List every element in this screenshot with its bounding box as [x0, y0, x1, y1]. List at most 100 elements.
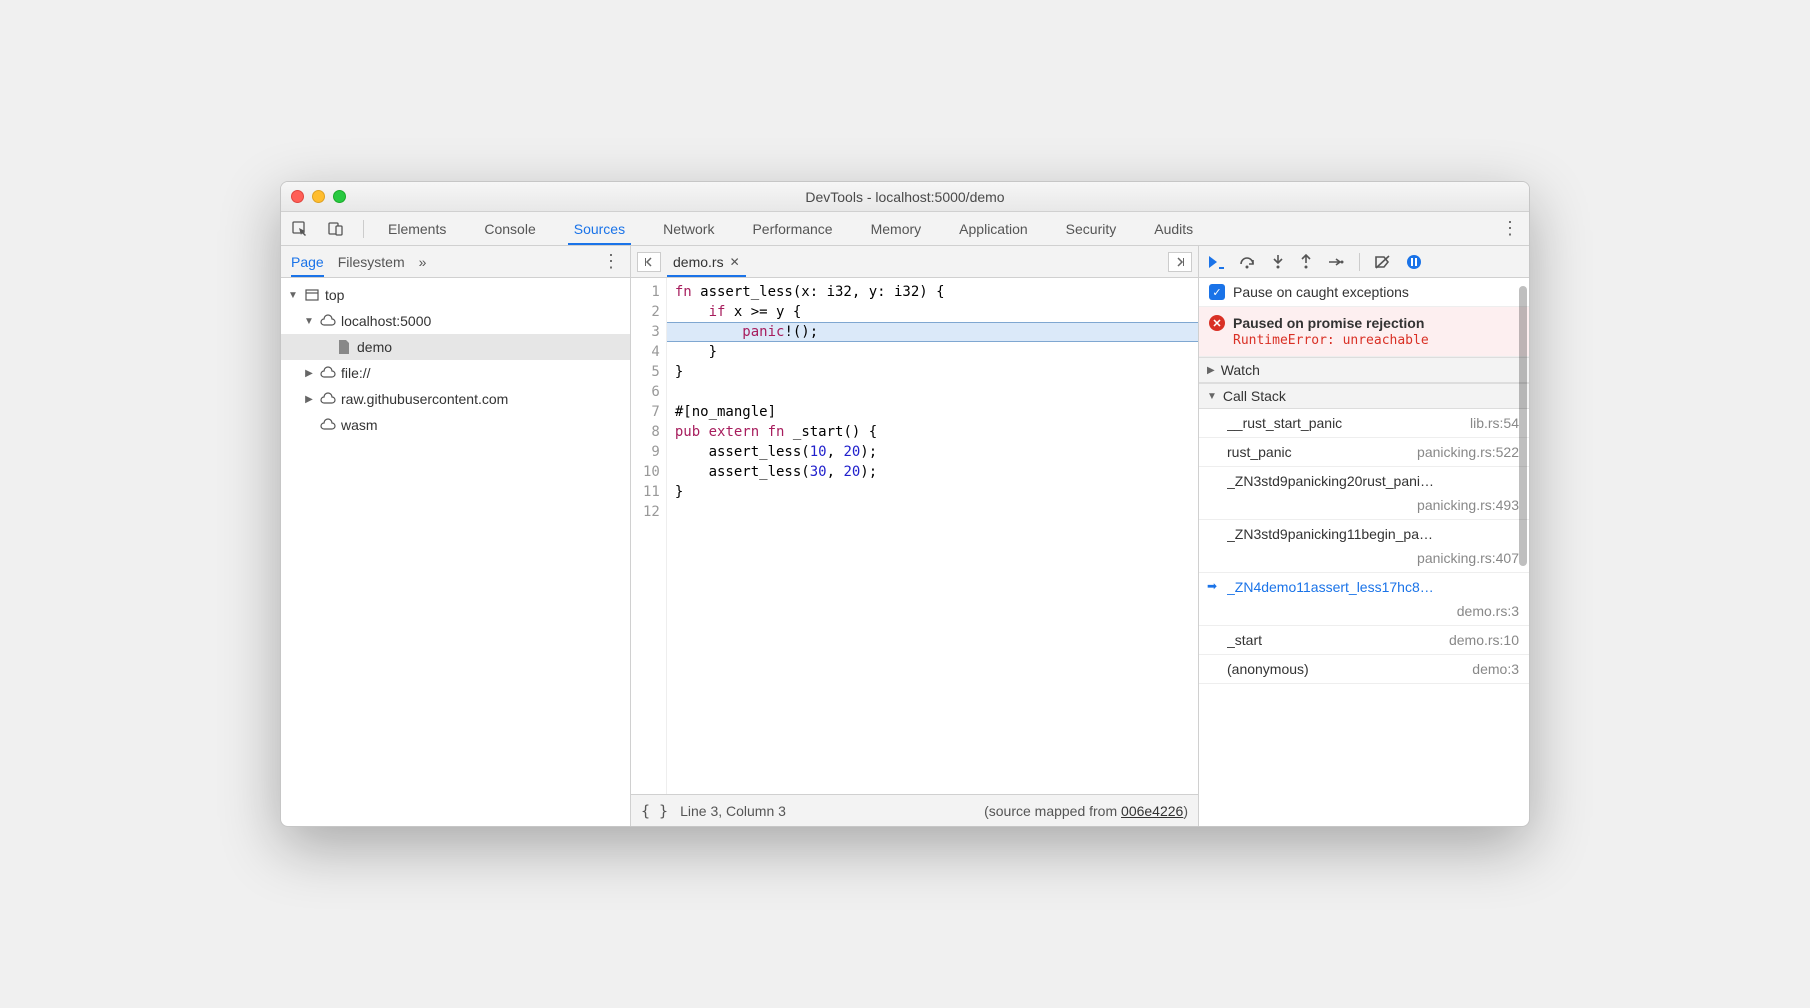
more-menu-icon[interactable]: ⋮ — [1501, 218, 1519, 239]
minimize-window-button[interactable] — [312, 190, 325, 203]
frame-name: _start — [1227, 632, 1262, 648]
pretty-print-icon[interactable]: { } — [641, 802, 668, 820]
tree-item-label: top — [325, 287, 344, 303]
checkbox-checked-icon[interactable]: ✓ — [1209, 284, 1225, 300]
code-line[interactable] — [667, 502, 1198, 522]
frame-name: __rust_start_panic — [1227, 415, 1342, 431]
line-gutter: 123456789101112 — [631, 278, 667, 794]
tree-arrow-icon[interactable]: ▶ — [303, 368, 315, 379]
navigator-more-icon[interactable]: ⋮ — [602, 251, 620, 272]
maximize-window-button[interactable] — [333, 190, 346, 203]
titlebar: DevTools - localhost:5000/demo — [281, 182, 1529, 212]
navigator-tab-overflow[interactable]: » — [419, 246, 427, 277]
source-map-link[interactable]: 006e4226 — [1121, 803, 1183, 819]
line-number[interactable]: 9 — [643, 442, 660, 462]
pause-reason-message: RuntimeError: unreachable — [1209, 333, 1519, 348]
code-line[interactable]: pub extern fn _start() { — [667, 422, 1198, 442]
navigator-tab-page[interactable]: Page — [291, 246, 324, 277]
stack-frame[interactable]: _ZN3std9panicking11begin_pa… panicking.rs… — [1199, 520, 1529, 573]
tab-security[interactable]: Security — [1060, 212, 1123, 245]
line-number[interactable]: 5 — [643, 362, 660, 382]
stack-frame[interactable]: _ZN4demo11assert_less17hc8…demo.rs:3 — [1199, 573, 1529, 626]
tree-item-localhost-5000[interactable]: ▼localhost:5000 — [281, 308, 630, 334]
line-number[interactable]: 8 — [643, 422, 660, 442]
tab-sources[interactable]: Sources — [568, 212, 631, 245]
frame-location[interactable]: panicking.rs:522 — [1417, 444, 1519, 460]
code-line[interactable]: if x >= y { — [667, 302, 1198, 322]
separator — [363, 220, 364, 238]
frame-location[interactable]: demo.rs:10 — [1449, 632, 1519, 648]
device-toggle-icon[interactable] — [327, 220, 345, 238]
stack-frame[interactable]: _ZN3std9panicking20rust_pani…panicking.r… — [1199, 467, 1529, 520]
tab-network[interactable]: Network — [657, 212, 720, 245]
line-number[interactable]: 11 — [643, 482, 660, 502]
pause-exceptions-icon[interactable] — [1406, 254, 1422, 270]
frame-name: _ZN3std9panicking11begin_pa… — [1227, 526, 1519, 542]
stack-frame[interactable]: (anonymous)demo:3 — [1199, 655, 1529, 684]
resume-icon[interactable] — [1207, 254, 1225, 270]
line-number[interactable]: 3 — [643, 322, 660, 342]
code-line[interactable]: assert_less(10, 20); — [667, 442, 1198, 462]
stack-frame[interactable]: _start demo.rs:10 — [1199, 626, 1529, 655]
code-line[interactable] — [667, 382, 1198, 402]
line-number[interactable]: 1 — [643, 282, 660, 302]
step-out-icon[interactable] — [1299, 254, 1313, 270]
pause-on-exceptions-option[interactable]: ✓ Pause on caught exceptions — [1199, 278, 1529, 307]
code-line[interactable]: assert_less(30, 20); — [667, 462, 1198, 482]
line-number[interactable]: 2 — [643, 302, 660, 322]
tree-item-wasm[interactable]: wasm — [281, 412, 630, 438]
tree-item-label: demo — [357, 339, 392, 355]
code-line[interactable]: fn assert_less(x: i32, y: i32) { — [667, 282, 1198, 302]
tree-item-demo[interactable]: demo — [281, 334, 630, 360]
frame-location[interactable]: demo.rs:3 — [1457, 603, 1519, 619]
tree-arrow-icon[interactable]: ▼ — [287, 290, 299, 301]
frame-name: rust_panic — [1227, 444, 1292, 460]
stack-frame[interactable]: __rust_start_panic lib.rs:54 — [1199, 409, 1529, 438]
tab-elements[interactable]: Elements — [382, 212, 452, 245]
tree-item-file---[interactable]: ▶file:// — [281, 360, 630, 386]
tree-item-raw-githubusercontent-com[interactable]: ▶raw.githubusercontent.com — [281, 386, 630, 412]
nav-forward-icon[interactable] — [1168, 252, 1192, 272]
tab-audits[interactable]: Audits — [1148, 212, 1199, 245]
step-over-icon[interactable] — [1239, 254, 1257, 270]
line-number[interactable]: 6 — [643, 382, 660, 402]
line-number[interactable]: 7 — [643, 402, 660, 422]
tree-item-top[interactable]: ▼ top — [281, 282, 630, 308]
code-area[interactable]: fn assert_less(x: i32, y: i32) { if x >=… — [667, 278, 1198, 794]
code-line[interactable]: panic!(); — [667, 322, 1198, 342]
code-line[interactable]: #[no_mangle] — [667, 402, 1198, 422]
deactivate-breakpoints-icon[interactable] — [1374, 254, 1392, 270]
close-tab-icon[interactable]: ✕ — [730, 255, 740, 269]
code-line[interactable]: } — [667, 482, 1198, 502]
scrollbar-thumb[interactable] — [1519, 286, 1527, 566]
editor-status-bar: { } Line 3, Column 3 (source mapped from… — [631, 794, 1198, 826]
tab-performance[interactable]: Performance — [746, 212, 838, 245]
frame-location[interactable]: panicking.rs:493 — [1417, 497, 1519, 513]
frame-location[interactable]: lib.rs:54 — [1470, 415, 1519, 431]
window-controls — [291, 190, 346, 203]
code-line[interactable]: } — [667, 342, 1198, 362]
callstack-section-header[interactable]: ▼ Call Stack — [1199, 383, 1529, 409]
frame-location[interactable]: panicking.rs:407 — [1417, 550, 1519, 566]
line-number[interactable]: 10 — [643, 462, 660, 482]
tree-arrow-icon[interactable]: ▼ — [303, 316, 315, 327]
step-icon[interactable] — [1327, 254, 1345, 270]
code-editor[interactable]: 123456789101112 fn assert_less(x: i32, y… — [631, 278, 1198, 794]
stack-frame[interactable]: rust_panic panicking.rs:522 — [1199, 438, 1529, 467]
watch-section-header[interactable]: ▶ Watch — [1199, 357, 1529, 383]
navigator-tab-filesystem[interactable]: Filesystem — [338, 246, 405, 277]
step-into-icon[interactable] — [1271, 254, 1285, 270]
tab-application[interactable]: Application — [953, 212, 1034, 245]
file-tab-demo[interactable]: demo.rs ✕ — [667, 246, 746, 277]
frame-location[interactable]: demo:3 — [1472, 661, 1519, 677]
tab-memory[interactable]: Memory — [865, 212, 928, 245]
tab-console[interactable]: Console — [478, 212, 541, 245]
line-number[interactable]: 4 — [643, 342, 660, 362]
close-window-button[interactable] — [291, 190, 304, 203]
tree-arrow-icon[interactable]: ▶ — [303, 394, 315, 405]
inspect-icon[interactable] — [291, 220, 309, 238]
nav-back-icon[interactable] — [637, 252, 661, 272]
line-number[interactable]: 12 — [643, 502, 660, 522]
window-title: DevTools - localhost:5000/demo — [281, 189, 1529, 205]
code-line[interactable]: } — [667, 362, 1198, 382]
